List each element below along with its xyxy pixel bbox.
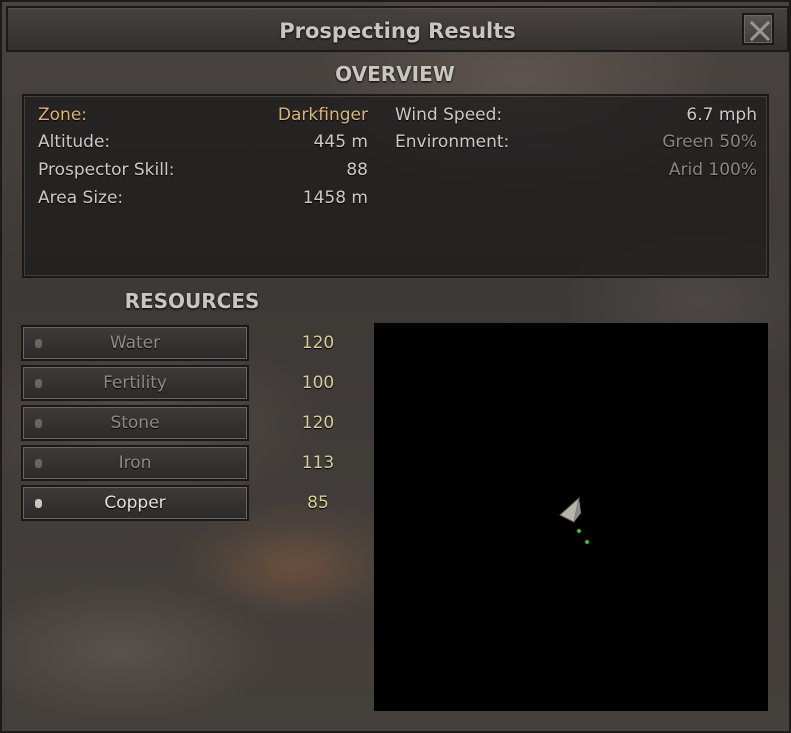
prospector-skill-value: 88	[346, 160, 368, 180]
overview-heading: OVERVIEW	[335, 62, 455, 86]
altitude-value: 445 m	[313, 132, 368, 152]
zone-value: Darkfinger	[277, 105, 368, 125]
environment-label: Environment:	[395, 132, 510, 152]
environment-arid-value: Arid 100%	[668, 160, 757, 180]
resource-indicator-icon	[35, 459, 42, 468]
overview-row-skill: Prospector Skill: 88	[38, 160, 368, 184]
overview-row-area: Area Size: 1458 m	[38, 188, 368, 212]
resource-value-iron: 113	[301, 453, 335, 473]
resource-button-water[interactable]: Water	[21, 325, 249, 361]
overview-row-zone: Zone: Darkfinger	[38, 105, 368, 129]
title-bar[interactable]: Prospecting Results	[6, 6, 789, 52]
area-size-label: Area Size:	[38, 188, 124, 208]
resource-value-water: 120	[301, 333, 335, 353]
prospecting-window: Prospecting Results OVERVIEW Zone: Darkf…	[0, 0, 791, 733]
resource-value-copper: 85	[307, 493, 329, 513]
altitude-label: Altitude:	[38, 132, 111, 152]
overview-panel: Zone: Darkfinger Altitude: 445 m Prospec…	[22, 94, 769, 278]
resource-button-iron[interactable]: Iron	[21, 445, 249, 481]
resource-label: Water	[109, 333, 161, 353]
overview-row-altitude: Altitude: 445 m	[38, 132, 368, 156]
environment-green-value: Green 50%	[662, 132, 757, 152]
prospector-skill-label: Prospector Skill:	[38, 160, 175, 180]
overview-row-wind: Wind Speed: 6.7 mph	[395, 105, 757, 129]
player-arrow-icon	[559, 496, 581, 523]
deposit-marker	[577, 529, 581, 533]
resources-heading: RESOURCES	[124, 289, 260, 313]
overview-row-environment: Environment: Green 50%	[395, 132, 757, 156]
resource-button-fertility[interactable]: Fertility	[21, 365, 249, 401]
resource-label: Stone	[110, 413, 160, 433]
resource-button-copper[interactable]: Copper	[21, 485, 249, 521]
overview-row-arid: Arid 100%	[395, 160, 757, 184]
resource-indicator-icon	[35, 379, 42, 388]
resource-label: Fertility	[103, 373, 167, 393]
close-icon	[749, 20, 771, 42]
window-title: Prospecting Results	[279, 19, 516, 43]
map-canvas	[559, 496, 589, 544]
resource-button-stone[interactable]: Stone	[21, 405, 249, 441]
resource-indicator-icon	[35, 419, 42, 428]
prospecting-map[interactable]	[374, 323, 768, 711]
resource-label: Copper	[104, 493, 166, 513]
deposit-marker	[585, 540, 589, 544]
resource-indicator-icon	[35, 339, 42, 348]
resource-value-stone: 120	[301, 413, 335, 433]
resource-label: Iron	[118, 453, 152, 473]
resource-indicator-icon	[35, 499, 42, 508]
wind-speed-label: Wind Speed:	[395, 105, 503, 125]
area-size-value: 1458 m	[302, 188, 368, 208]
close-button[interactable]	[742, 13, 774, 45]
wind-speed-value: 6.7 mph	[686, 105, 757, 125]
zone-label: Zone:	[38, 105, 88, 125]
resource-value-fertility: 100	[301, 373, 335, 393]
